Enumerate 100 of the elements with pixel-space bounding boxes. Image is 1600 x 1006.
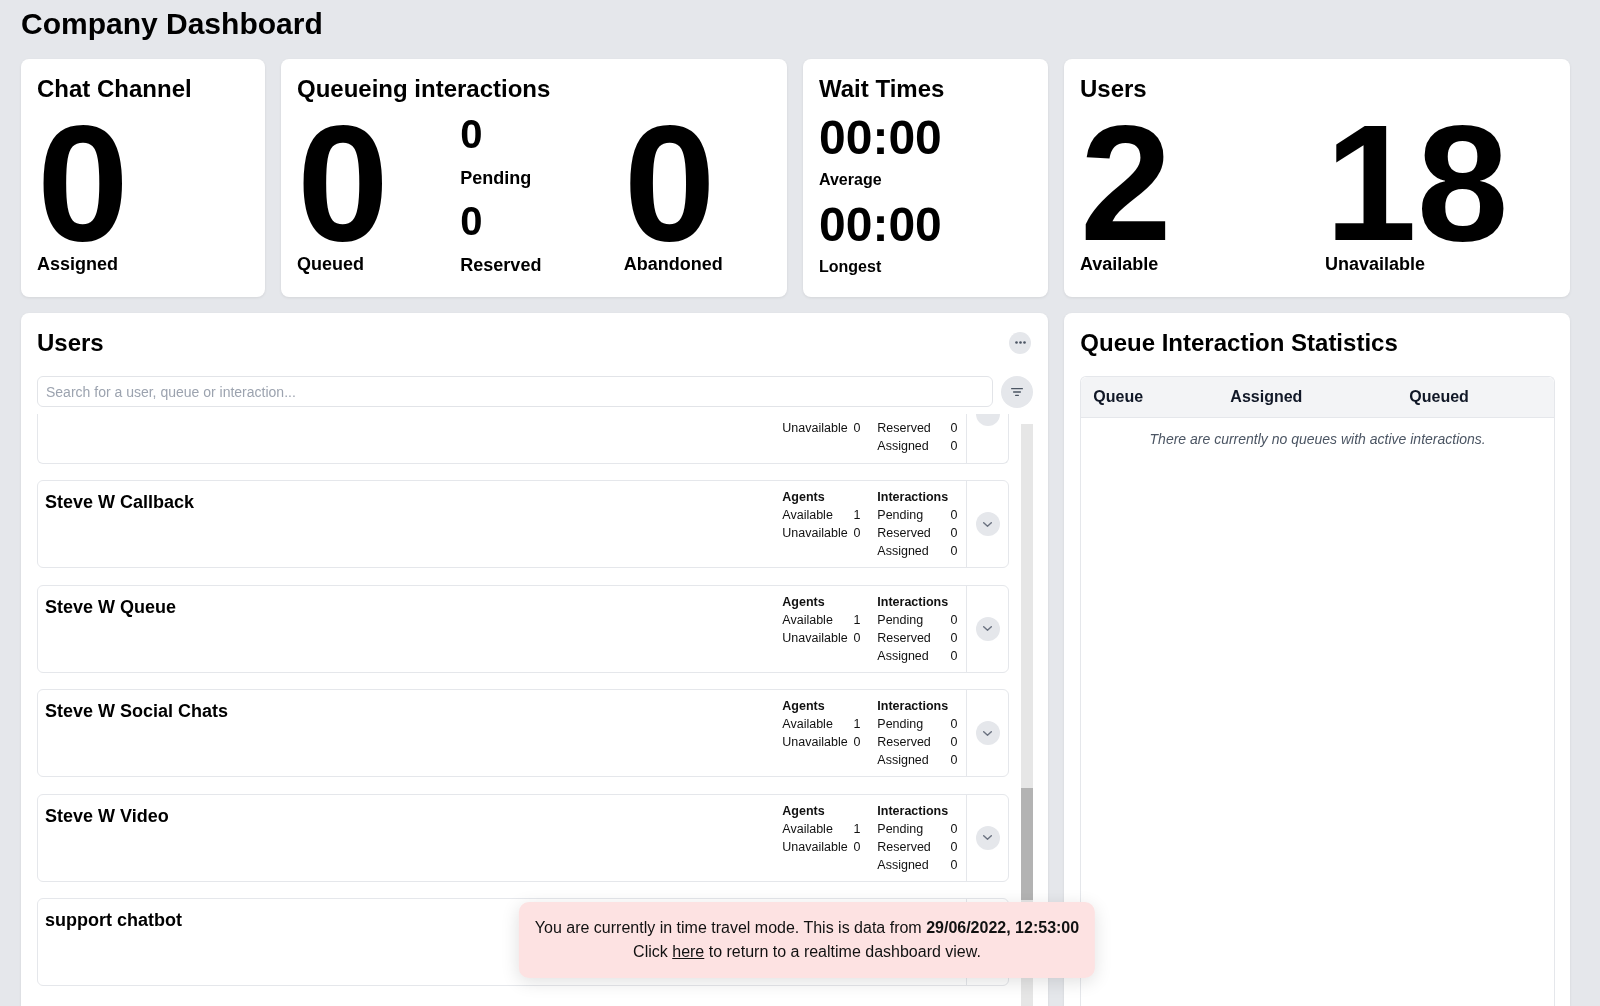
agents-heading: Agents: [782, 802, 825, 820]
column-header: Queue: [1093, 387, 1144, 406]
panel-title: Queue Interaction Statistics: [1080, 327, 1398, 358]
interaction-stat-count: 0: [950, 856, 958, 874]
agent-stat-count: 1: [853, 611, 861, 629]
agent-stat-count: 1: [853, 716, 861, 733]
stat-label: Longest: [819, 256, 882, 277]
agent-stat-count: 0: [853, 525, 861, 542]
interaction-stat-count: 0: [950, 419, 958, 437]
interaction-stat-label: Reserved: [877, 629, 931, 647]
interaction-stat-label: Reserved: [877, 525, 931, 542]
interaction-stat-count: 0: [950, 647, 958, 665]
stat-value: 0: [460, 112, 483, 156]
interactions-heading: Interactions: [877, 802, 949, 820]
stat-value: 0: [623, 113, 716, 253]
stat-label: Assigned: [37, 253, 119, 275]
chevron-down-icon: [983, 730, 993, 736]
interaction-stat-count: 0: [950, 629, 958, 647]
more-options-button[interactable]: [1009, 331, 1032, 354]
ellipsis-icon: [1014, 341, 1026, 344]
interaction-stat-label: Assigned: [877, 752, 929, 769]
agent-stat-label: Unavailable: [782, 734, 848, 751]
interaction-stat-label: Assigned: [877, 647, 929, 665]
interaction-stat-count: 0: [950, 752, 958, 769]
stat-value: 2: [1080, 113, 1172, 253]
interaction-stat-label: Pending: [877, 611, 924, 629]
agent-stat-label: Available: [782, 820, 833, 838]
expand-button[interactable]: [975, 512, 1000, 536]
chevron-down-icon: [983, 626, 993, 631]
agent-stat-count: 0: [853, 838, 861, 856]
agent-stat-count: 1: [853, 820, 861, 838]
queue-name: Steve W Callback: [45, 491, 195, 513]
stat-value: 0: [460, 199, 483, 243]
agent-stat-label: Unavailable: [782, 629, 848, 647]
stat-label: Queued: [297, 253, 364, 275]
agent-stat-label: Unavailable: [782, 838, 848, 856]
interaction-stat-label: Assigned: [877, 856, 929, 874]
agent-stat-label: Unavailable: [782, 525, 848, 542]
stat-label: Available: [1080, 253, 1159, 275]
return-link[interactable]: here: [672, 943, 705, 960]
agent-stat-count: 0: [853, 419, 861, 437]
agent-stat-label: Available: [782, 507, 833, 524]
filter-icon: [1011, 387, 1024, 396]
column-header: Assigned: [1230, 387, 1303, 406]
expand-button[interactable]: [975, 413, 1000, 426]
interaction-stat-count: 0: [950, 437, 958, 455]
stat-label: Average: [819, 170, 882, 190]
stat-label: Reserved: [460, 254, 542, 276]
queue-name: Steve W Social Chats: [45, 700, 229, 722]
search-field[interactable]: Search for a user, queue or interaction...: [37, 376, 994, 407]
interactions-heading: Interactions: [877, 593, 949, 611]
panel-title: Users: [37, 327, 104, 358]
stat-label: Abandoned: [623, 253, 723, 275]
agent-stat-label: Available: [782, 611, 833, 629]
interaction-stat-count: 0: [950, 611, 958, 629]
toast-instruction: Click here to return to a realtime dashboard view.: [633, 942, 981, 962]
card-title: Queueing interactions: [297, 74, 551, 104]
filter-button[interactable]: [1001, 375, 1034, 408]
interaction-stat-count: 0: [950, 734, 958, 751]
expand-button[interactable]: [975, 825, 1000, 850]
interaction-stat-label: Reserved: [877, 838, 931, 856]
card-title: Wait Times: [819, 74, 945, 104]
scrollbar-thumb[interactable]: [1021, 787, 1034, 900]
agent-stat-label: Unavailable: [782, 419, 848, 437]
interaction-stat-count: 0: [950, 716, 958, 733]
interaction-stat-label: Reserved: [877, 419, 931, 437]
card-title: Chat Channel: [37, 74, 192, 104]
interaction-stat-count: 0: [950, 507, 958, 524]
interaction-stat-label: Reserved: [877, 734, 931, 751]
agents-heading: Agents: [782, 698, 825, 715]
interaction-stat-label: Pending: [877, 820, 924, 838]
interaction-stat-count: 0: [950, 543, 958, 560]
agents-heading: Agents: [782, 593, 825, 611]
stat-value: 0: [37, 113, 129, 253]
toast-message: You are currently in time travel mode. This is data from 29/06/2022, 12:53:00: [534, 918, 1080, 938]
interaction-stat-count: 0: [950, 525, 958, 542]
stat-value: 00:00: [819, 114, 942, 162]
agent-stat-count: 1: [853, 507, 861, 524]
agent-stat-count: 0: [853, 734, 861, 751]
stat-value: 0: [297, 113, 389, 253]
agent-stat-count: 0: [853, 629, 861, 647]
interaction-stat-count: 0: [950, 820, 958, 838]
page-title: Company Dashboard: [21, 6, 323, 42]
chevron-down-icon: [983, 521, 993, 527]
queue-name: support chatbot: [45, 909, 182, 931]
interaction-stat-count: 0: [950, 838, 958, 856]
queue-name: Steve W Queue: [45, 595, 177, 618]
expand-button[interactable]: [975, 721, 1000, 745]
queue-name: Steve W Video: [45, 804, 169, 827]
interaction-stat-label: Assigned: [877, 543, 929, 560]
interaction-stat-label: Assigned: [877, 437, 929, 455]
column-header: Queued: [1409, 387, 1469, 406]
stat-value: 00:00: [819, 200, 942, 249]
agent-stat-label: Available: [782, 716, 833, 733]
empty-message: There are currently no queues with active interactions.: [1149, 429, 1486, 449]
card-title: Users: [1080, 74, 1147, 104]
interaction-stat-label: Pending: [877, 716, 924, 733]
chevron-down-icon: [983, 835, 993, 840]
stat-value: 18: [1325, 113, 1509, 253]
expand-button[interactable]: [975, 616, 1000, 641]
